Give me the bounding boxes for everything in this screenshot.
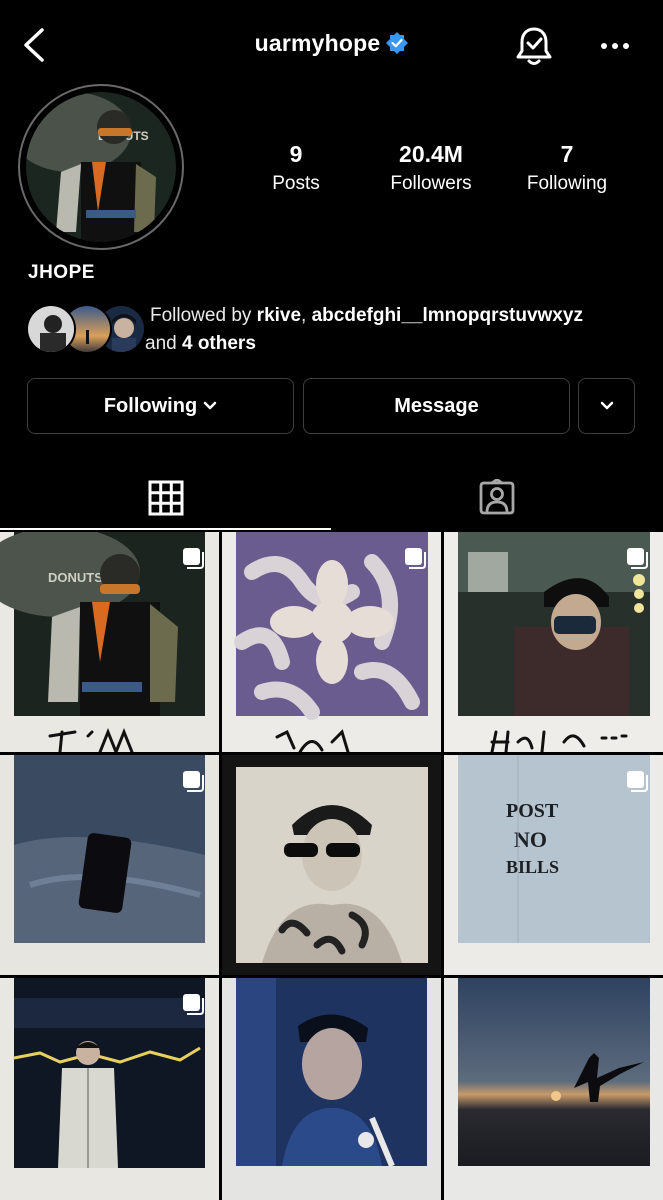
followers-count[interactable]: 20.4M Followers [366, 140, 496, 198]
post-thumbnail[interactable] [0, 978, 219, 1200]
following-count[interactable]: 7 Following [502, 140, 632, 198]
multiple-posts-icon [627, 771, 648, 792]
tagged-person-icon [479, 479, 515, 515]
username: uarmyhope [254, 30, 381, 56]
profile-username-header: uarmyhope [0, 30, 663, 57]
followed-by-sep: , [301, 305, 312, 326]
followed-by-and: and [145, 333, 182, 354]
profile-avatar[interactable]: DONUTS [26, 92, 176, 242]
post-thumbnail[interactable] [444, 532, 663, 752]
posts-count-label: Posts [272, 173, 320, 194]
posts-count-value: 9 [289, 141, 303, 167]
mutual-avatar-1[interactable] [26, 304, 76, 354]
followers-count-label: Followers [390, 173, 472, 194]
display-name: JHOPE [28, 262, 95, 283]
message-button-label: Message [394, 394, 479, 417]
multiple-posts-icon [405, 548, 426, 569]
posts-count: 9 Posts [231, 140, 361, 198]
post-thumbnail[interactable] [222, 755, 441, 975]
svg-text:BILLS: BILLS [506, 857, 559, 877]
followed-by-prefix: Followed by [150, 305, 257, 326]
svg-text:POST: POST [506, 800, 559, 822]
tab-grid[interactable] [0, 465, 331, 531]
mutual-username-2[interactable]: abcdefghi__lmnopqrstuvwxyz [312, 305, 583, 326]
following-button-label: Following [103, 394, 198, 417]
active-tab-indicator [0, 528, 331, 530]
message-button[interactable]: Message [303, 378, 570, 434]
post-thumbnail[interactable]: POST NO BILLS [444, 755, 663, 975]
top-bar: uarmyhope [0, 0, 663, 92]
chevron-down-icon [600, 401, 613, 410]
followers-count-value: 20.4M [399, 141, 463, 167]
verified-badge-icon [386, 32, 409, 54]
post-thumbnail[interactable] [0, 755, 219, 975]
multiple-posts-icon [183, 771, 204, 792]
multiple-posts-icon [627, 548, 648, 569]
tab-tagged[interactable] [331, 465, 663, 531]
mutual-username-1[interactable]: rkive [257, 305, 301, 326]
multiple-posts-icon [183, 548, 204, 569]
multiple-posts-icon [183, 994, 204, 1015]
posts-grid: DONUTS POST NO BILLS [0, 532, 663, 1200]
profile-tabs [0, 465, 663, 531]
grid-icon [148, 480, 183, 516]
svg-text:NO: NO [514, 827, 547, 852]
more-horizontal-icon[interactable] [598, 34, 632, 58]
mutual-others[interactable]: 4 others [182, 333, 256, 354]
following-count-label: Following [526, 173, 608, 194]
post-thumbnail[interactable] [222, 532, 441, 752]
post-thumbnail[interactable]: DONUTS [0, 532, 219, 752]
chevron-down-icon [203, 401, 217, 410]
following-button[interactable]: Following [27, 378, 294, 434]
post-thumbnail[interactable] [222, 978, 441, 1200]
post-thumbnail[interactable] [444, 978, 663, 1200]
followed-by-text[interactable]: Followed by rkive, abcdefghi__lmnopqrstu… [145, 302, 650, 358]
svg-text:DONUTS: DONUTS [48, 570, 103, 585]
suggested-accounts-button[interactable] [578, 378, 635, 434]
following-count-value: 7 [560, 141, 574, 167]
bell-check-icon[interactable] [513, 24, 555, 68]
